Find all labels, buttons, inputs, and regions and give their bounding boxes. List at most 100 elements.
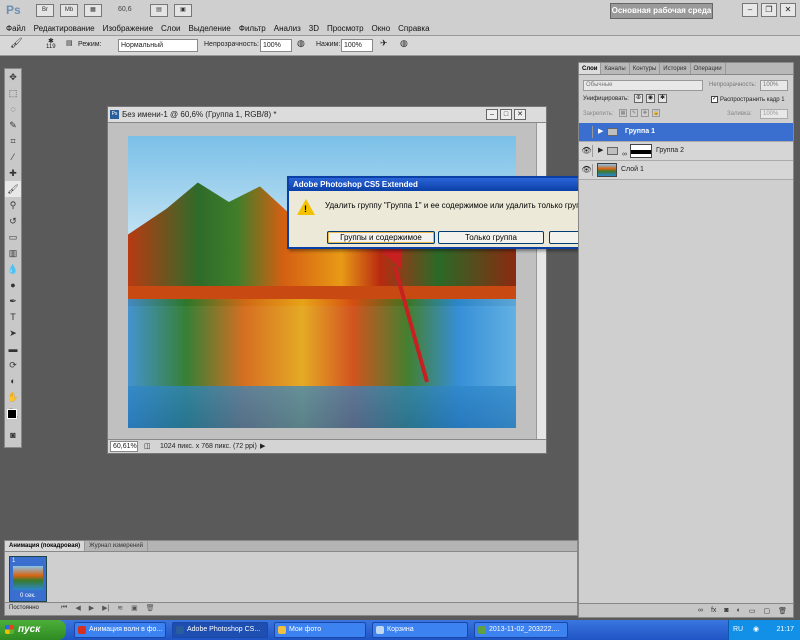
loop-select[interactable]: Постоянно xyxy=(9,605,39,611)
history-brush-tool-icon[interactable]: ↺ xyxy=(5,213,21,229)
pressure-field[interactable]: 100% xyxy=(341,39,373,52)
eye-icon[interactable]: 👁 xyxy=(581,145,593,157)
quick-mask-icon[interactable]: ◙ xyxy=(5,427,21,443)
crop-tool-icon[interactable]: ⌗ xyxy=(5,133,21,149)
arrange-documents-icon[interactable]: ▤ xyxy=(150,4,168,17)
eraser-tool-icon[interactable]: ▭ xyxy=(5,229,21,245)
animation-frame[interactable]: 1 0 сек. xyxy=(9,556,47,602)
next-frame-icon[interactable]: ▶| xyxy=(102,604,109,612)
menu-select[interactable]: Выделение xyxy=(188,24,230,33)
menu-3d[interactable]: 3D xyxy=(309,24,319,33)
marquee-tool-icon[interactable]: ⬚ xyxy=(5,85,21,101)
menu-image[interactable]: Изображение xyxy=(103,24,153,33)
view-extras-icon[interactable]: ▦ xyxy=(84,4,102,17)
tab-actions[interactable]: Операции xyxy=(691,63,726,74)
screen-mode-icon[interactable]: ▣ xyxy=(174,4,192,17)
document-title-bar[interactable]: Ps Без имени-1 @ 60,6% (Группа 1, RGB/8)… xyxy=(108,107,546,123)
new-layer-icon[interactable]: ▢ xyxy=(763,607,770,615)
propagate-checkbox-box[interactable]: ✓ xyxy=(711,96,718,103)
layer-row-group-2[interactable]: 👁 ▶ ∞ Группа 2 xyxy=(579,142,793,161)
menu-view[interactable]: Просмотр xyxy=(327,24,364,33)
brush-tool-icon[interactable]: 🖌 xyxy=(10,38,23,49)
group-and-contents-button[interactable]: Группы и содержимое xyxy=(327,231,435,244)
close-button[interactable]: ✕ xyxy=(780,3,796,17)
blur-tool-icon[interactable]: 💧 xyxy=(5,261,21,277)
foreground-color-swatch[interactable] xyxy=(7,409,17,419)
propagate-frame-checkbox[interactable]: ✓ Распространить кадр 1 xyxy=(711,96,785,103)
minibridge-icon[interactable]: Mb xyxy=(60,4,78,17)
status-icon[interactable]: ◫ xyxy=(144,440,151,453)
menu-file[interactable]: Файл xyxy=(6,24,26,33)
duplicate-frame-icon[interactable]: ▣ xyxy=(131,604,138,612)
clone-stamp-tool-icon[interactable]: ⚲ xyxy=(5,197,21,213)
link-layers-icon[interactable]: ∞ xyxy=(698,607,703,614)
blend-mode-select[interactable]: Обычные xyxy=(583,80,703,91)
tray-icon[interactable]: ◉ xyxy=(753,620,759,640)
menu-analysis[interactable]: Анализ xyxy=(274,24,301,33)
language-indicator[interactable]: RU xyxy=(733,620,743,640)
menu-window[interactable]: Окно xyxy=(372,24,391,33)
brush-tool-icon[interactable]: 🖌 xyxy=(5,181,21,197)
opacity-field[interactable]: 100% xyxy=(260,39,292,52)
pen-tool-icon[interactable]: ✒ xyxy=(5,293,21,309)
bridge-icon[interactable]: Br xyxy=(36,4,54,17)
trash-icon[interactable]: 🗑 xyxy=(778,607,787,615)
taskbar-item[interactable]: Мои фото xyxy=(274,622,366,638)
doc-maximize-button[interactable]: □ xyxy=(500,109,512,120)
expand-triangle-icon[interactable]: ▶ xyxy=(598,142,603,160)
shape-tool-icon[interactable]: ▬ xyxy=(5,341,21,357)
expand-triangle-icon[interactable]: ▶ xyxy=(598,123,603,141)
layer-row-layer-1[interactable]: 👁 Слой 1 xyxy=(579,161,793,180)
tab-animation-frames[interactable]: Анимация (покадровая) xyxy=(5,541,86,551)
add-mask-icon[interactable]: ◙ xyxy=(724,607,728,614)
path-select-tool-icon[interactable]: ➤ xyxy=(5,325,21,341)
new-group-icon[interactable]: ▭ xyxy=(749,607,756,615)
group-only-button[interactable]: Только группа xyxy=(438,231,544,244)
tab-history[interactable]: История xyxy=(660,63,691,74)
frame-delay[interactable]: 0 сек. xyxy=(20,593,36,599)
menu-help[interactable]: Справка xyxy=(398,24,429,33)
document-zoom-field[interactable]: 60,61% xyxy=(110,441,138,452)
unify-position-icon[interactable]: ⊕ xyxy=(634,94,643,103)
brush-panel-icon[interactable]: ▤ xyxy=(66,39,73,47)
lock-pixels-icon[interactable]: ✎ xyxy=(630,109,638,117)
airbrush-icon[interactable]: ✈ xyxy=(380,38,388,49)
taskbar-item[interactable]: Adobe Photoshop CS... xyxy=(172,622,268,638)
3d-rotate-tool-icon[interactable]: ⟳ xyxy=(5,357,21,373)
3d-orbit-tool-icon[interactable]: ◐ xyxy=(5,373,21,389)
eye-icon[interactable]: 👁 xyxy=(581,164,593,176)
restore-button[interactable]: ❐ xyxy=(761,3,777,17)
dodge-tool-icon[interactable]: ● xyxy=(5,277,21,293)
zoom-level-value[interactable]: 60,6 xyxy=(118,6,132,13)
layer-visibility-icon[interactable] xyxy=(581,126,593,138)
play-icon[interactable]: ▶ xyxy=(89,604,94,612)
doc-close-button[interactable]: ✕ xyxy=(514,109,526,120)
tab-paths[interactable]: Контуры xyxy=(630,63,661,74)
prev-frame-icon[interactable]: ◀ xyxy=(75,604,80,612)
doc-minimize-button[interactable]: – xyxy=(486,109,498,120)
taskbar-item[interactable]: Анимация волн в фо... xyxy=(74,622,166,638)
lock-transparency-icon[interactable]: ▦ xyxy=(619,109,627,117)
mode-select[interactable]: Нормальный xyxy=(118,39,198,52)
layer-row-group-1[interactable]: ▶ Группа 1 xyxy=(579,123,793,142)
tablet-opacity-icon[interactable]: ◍ xyxy=(297,38,305,49)
menu-layers[interactable]: Слои xyxy=(161,24,180,33)
document-scrollbar[interactable] xyxy=(536,123,546,439)
hand-tool-icon[interactable]: ✋ xyxy=(5,389,21,405)
gradient-tool-icon[interactable]: ▥ xyxy=(5,245,21,261)
layer-style-icon[interactable]: fx xyxy=(711,607,716,614)
menu-filter[interactable]: Фильтр xyxy=(239,24,266,33)
unify-style-icon[interactable]: ✱ xyxy=(658,94,667,103)
menu-edit[interactable]: Редактирование xyxy=(34,24,95,33)
tween-icon[interactable]: ≋ xyxy=(117,604,123,612)
tab-layers[interactable]: Слои xyxy=(579,63,602,74)
unify-visibility-icon[interactable]: ◉ xyxy=(646,94,655,103)
delete-frame-icon[interactable]: 🗑 xyxy=(146,604,155,612)
tab-channels[interactable]: Каналы xyxy=(601,63,630,74)
healing-brush-tool-icon[interactable]: ✚ xyxy=(5,165,21,181)
taskbar-item[interactable]: 2013-11-02_203222.... xyxy=(474,622,568,638)
adjustment-layer-icon[interactable]: ◐ xyxy=(737,607,741,614)
workspace-button[interactable]: Основная рабочая среда xyxy=(610,3,713,19)
fill-field[interactable]: 100% xyxy=(760,109,788,119)
first-frame-icon[interactable]: ⏮ xyxy=(61,604,67,612)
